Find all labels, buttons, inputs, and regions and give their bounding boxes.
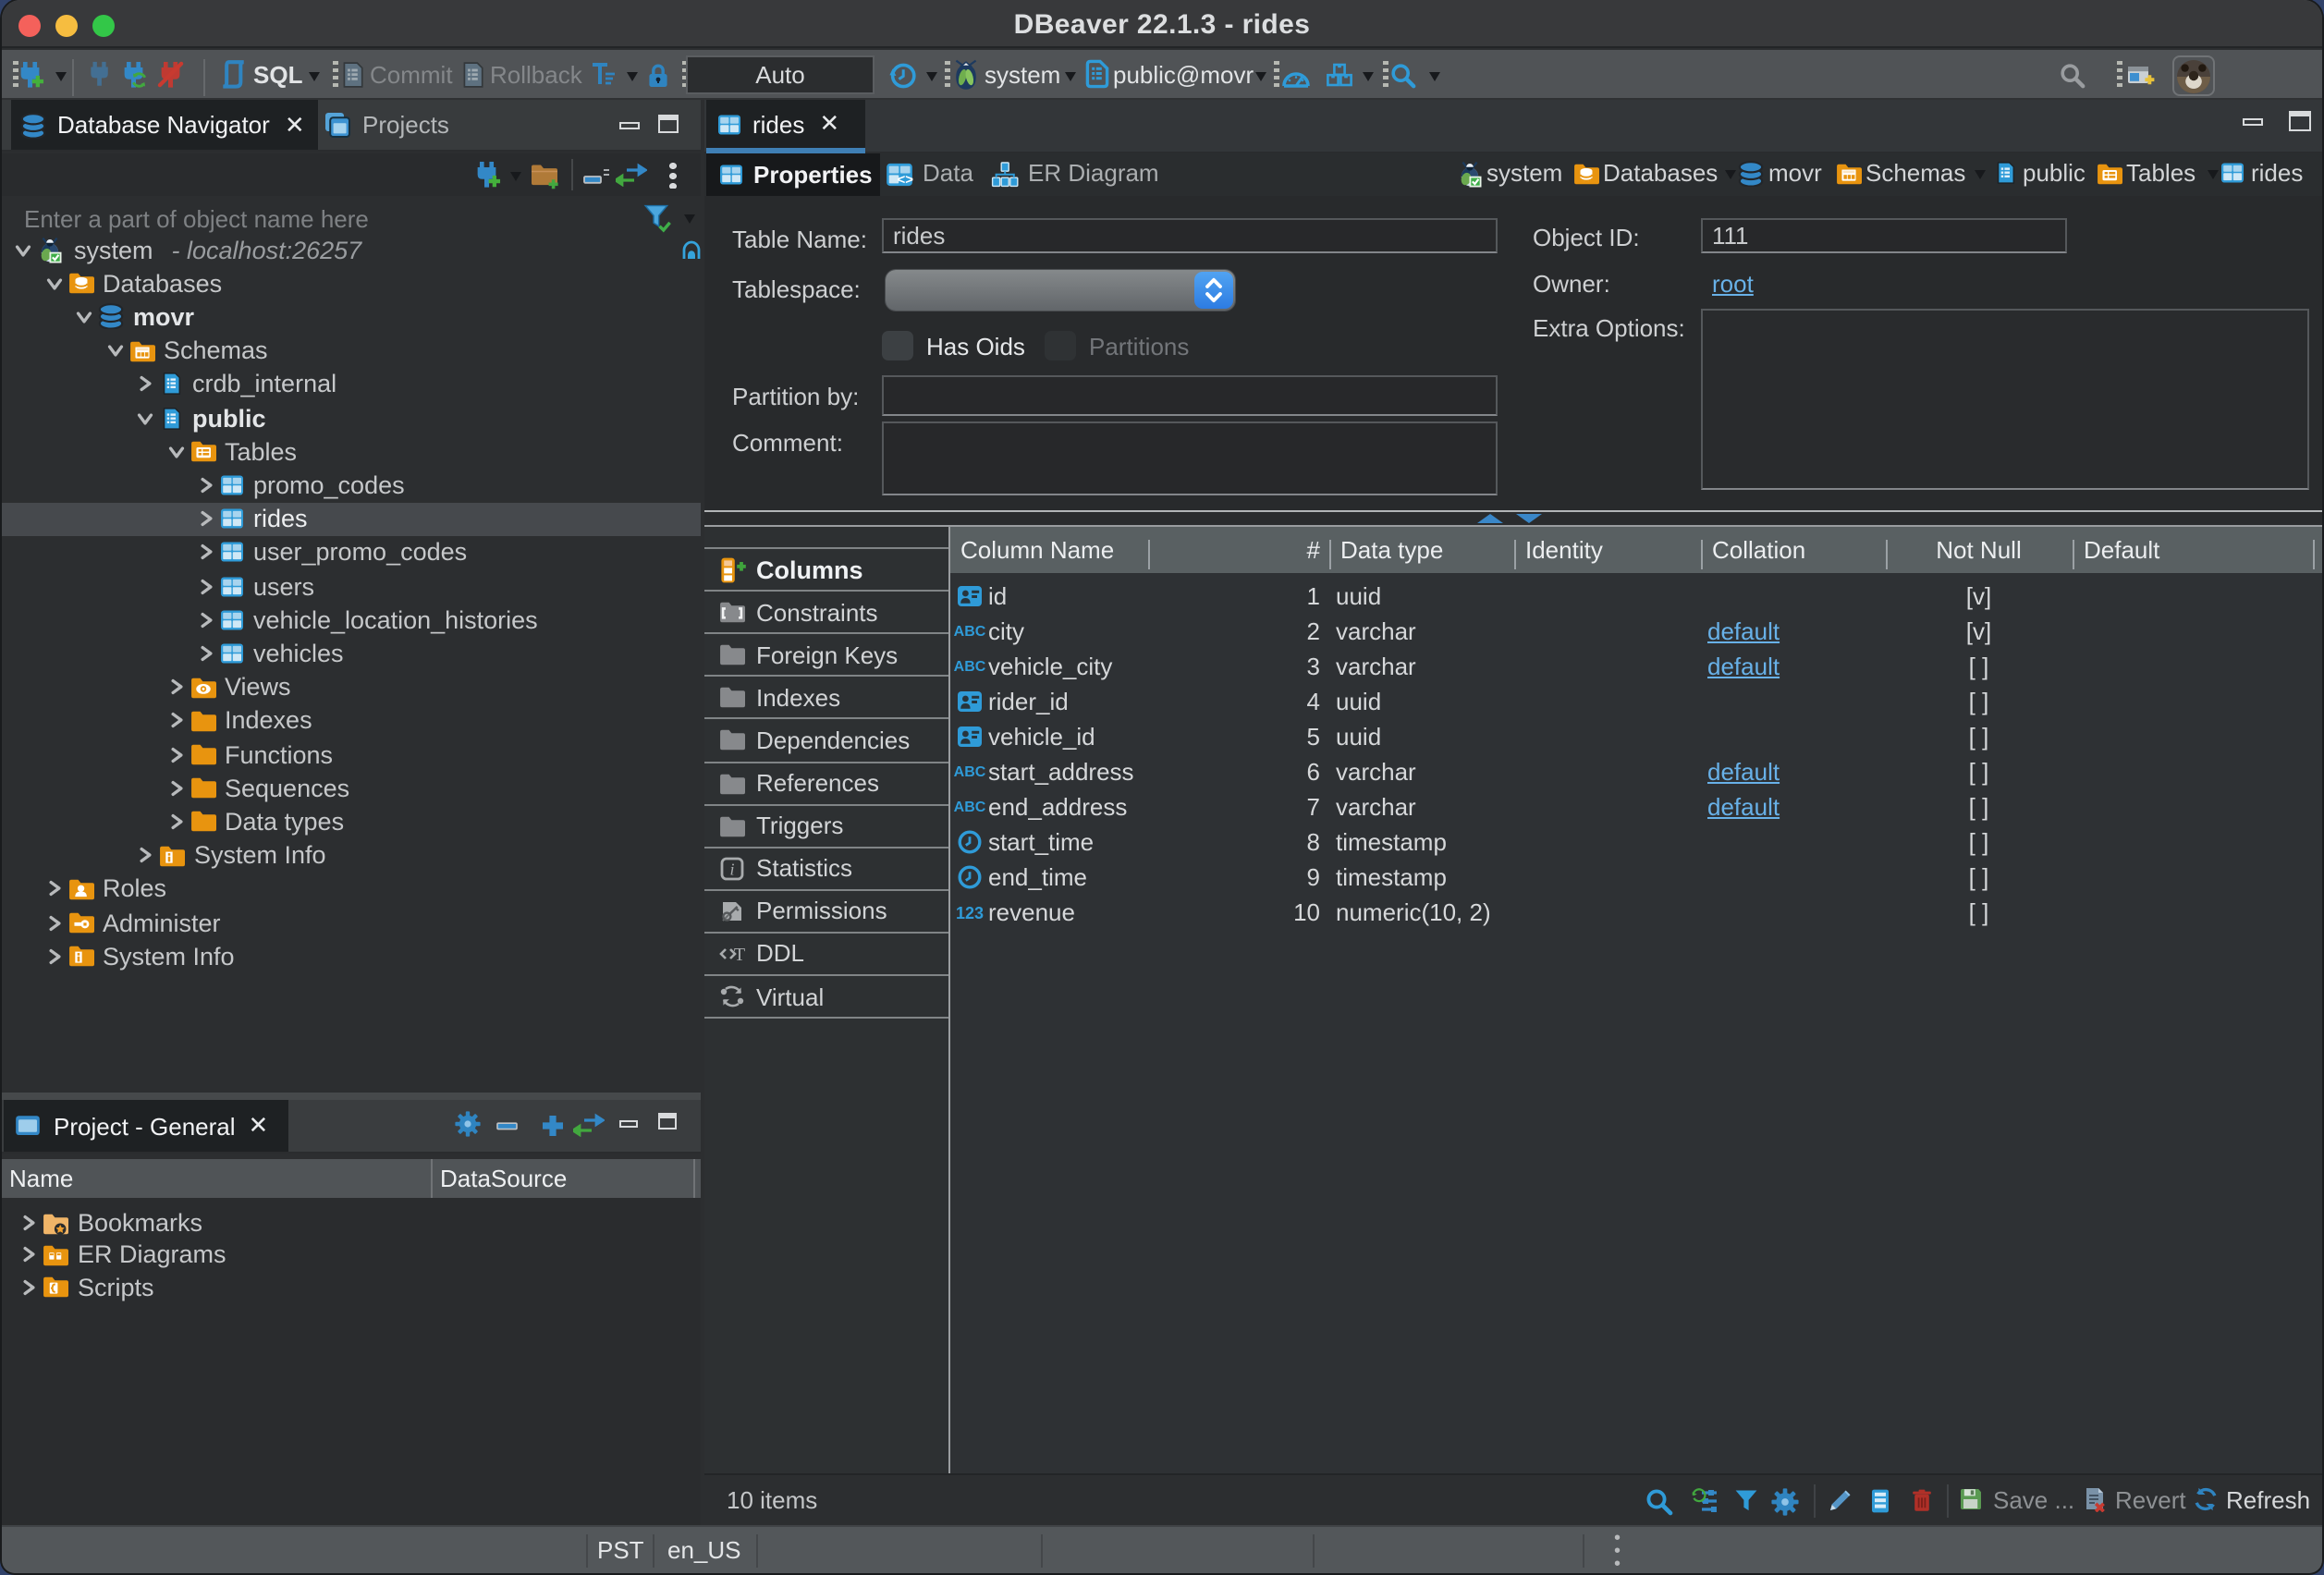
svg-text:<>: <> xyxy=(897,172,913,188)
svg-text:i: i xyxy=(729,860,734,878)
svg-text:T: T xyxy=(734,945,745,965)
